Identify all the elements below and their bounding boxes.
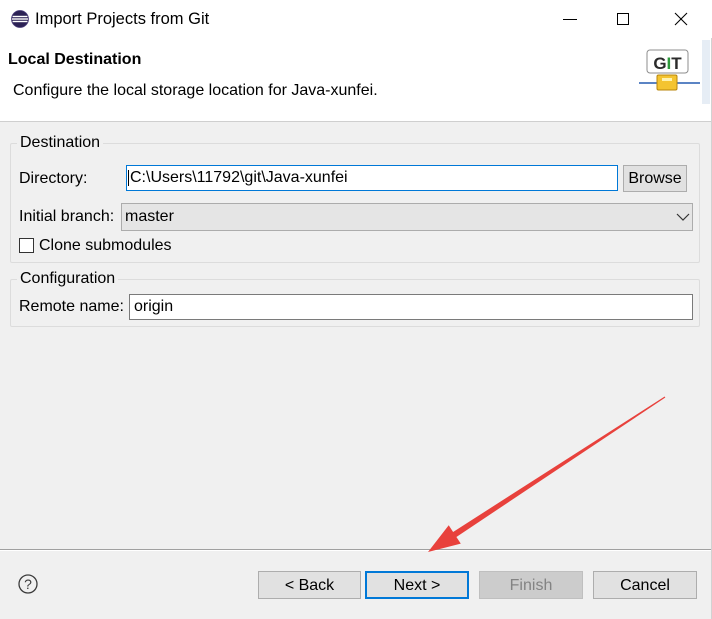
destination-group: Destination Directory: Browse Initial br… <box>10 133 700 263</box>
chevron-down-icon <box>676 213 690 221</box>
finish-button[interactable]: Finish <box>479 571 583 599</box>
configuration-group: Configuration Remote name: <box>10 269 700 327</box>
remote-name-label: Remote name: <box>19 298 124 315</box>
minimize-icon[interactable] <box>562 12 578 26</box>
maximize-icon[interactable] <box>616 12 630 26</box>
close-icon[interactable] <box>674 12 688 26</box>
initial-branch-value: master <box>125 208 174 225</box>
clone-submodules-label[interactable]: Clone submodules <box>39 236 172 256</box>
title-bar[interactable]: Import Projects from Git <box>0 0 712 38</box>
clone-submodules-checkbox[interactable] <box>19 238 34 253</box>
destination-legend: Destination <box>17 133 104 153</box>
window-title: Import Projects from Git <box>35 10 210 28</box>
wizard-body: Destination Directory: Browse Initial br… <box>0 122 712 549</box>
back-button[interactable]: < Back <box>258 571 361 599</box>
page-title: Local Destination <box>8 51 142 68</box>
remote-name-input[interactable] <box>129 294 693 320</box>
directory-label: Directory: <box>19 170 88 187</box>
help-glyph: ? <box>24 576 32 592</box>
next-button[interactable]: Next > <box>365 571 469 599</box>
initial-branch-select[interactable]: master <box>121 203 693 231</box>
git-banner-text: GIT <box>653 54 682 73</box>
button-bar: ? < Back Next > Finish Cancel <box>0 551 712 619</box>
configuration-legend: Configuration <box>17 269 119 289</box>
help-icon[interactable]: ? <box>18 574 38 594</box>
browse-button[interactable]: Browse <box>623 165 687 192</box>
eclipse-icon <box>11 10 29 28</box>
page-description: Configure the local storage location for… <box>13 82 378 99</box>
directory-input[interactable] <box>126 165 618 191</box>
cancel-button[interactable]: Cancel <box>593 571 697 599</box>
text-caret <box>128 170 129 186</box>
git-banner-icon: GIT <box>639 40 710 104</box>
wizard-header: Local Destination Configure the local st… <box>0 38 712 122</box>
initial-branch-label: Initial branch: <box>19 208 115 225</box>
